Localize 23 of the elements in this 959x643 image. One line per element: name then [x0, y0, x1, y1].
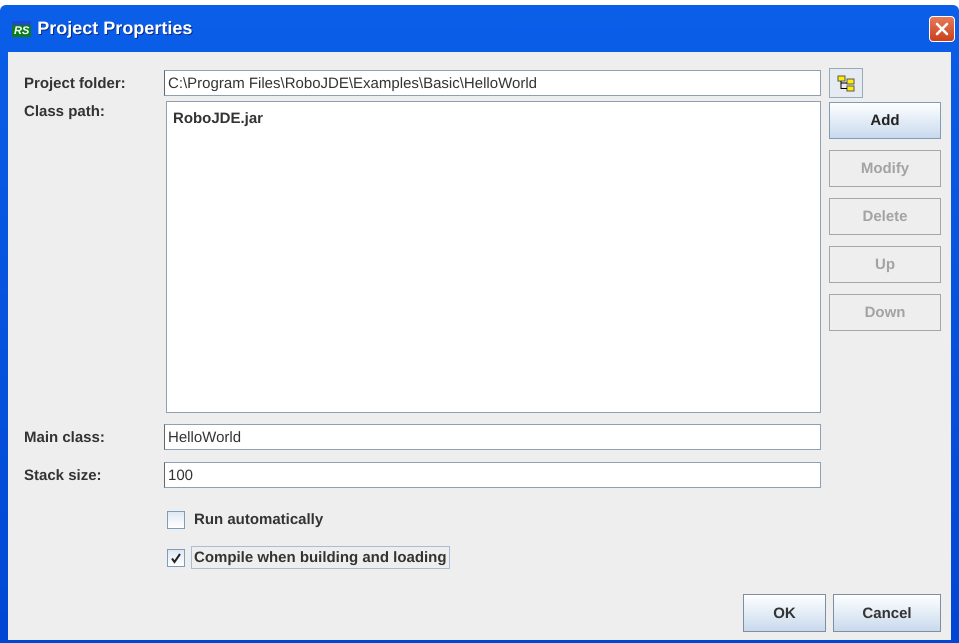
check-icon — [170, 552, 182, 564]
field-label: Main class: — [24, 428, 106, 446]
browse-button[interactable] — [829, 68, 863, 98]
class-path-list[interactable]: RoboJDE.jar — [166, 101, 821, 413]
close-icon — [934, 20, 950, 36]
checkbox-label: Run automatically — [193, 510, 324, 530]
input-field[interactable]: HelloWorld — [164, 424, 821, 450]
dialog-button[interactable]: OK — [743, 594, 826, 632]
field-label: Stack size: — [24, 466, 103, 484]
checkbox[interactable] — [167, 510, 185, 528]
checkbox[interactable] — [167, 548, 185, 566]
input-field[interactable]: 100 — [164, 462, 821, 488]
close-button[interactable] — [929, 16, 955, 42]
input-field[interactable]: C:\Program Files\RoboJDE\Examples\Basic\HelloWorld — [164, 70, 821, 96]
field-label: Project folder: — [24, 74, 127, 92]
field-label: Class path: — [24, 102, 106, 120]
list-item[interactable]: RoboJDE.jar — [171, 108, 266, 129]
checkbox-label: Compile when building and loading — [191, 546, 450, 569]
window-title: Project Properties — [37, 18, 194, 39]
app-logo: RS — [12, 20, 32, 36]
dialog-button[interactable]: Cancel — [833, 594, 941, 632]
folder-tree-icon — [837, 74, 855, 92]
side-button[interactable]: Add — [829, 102, 941, 139]
